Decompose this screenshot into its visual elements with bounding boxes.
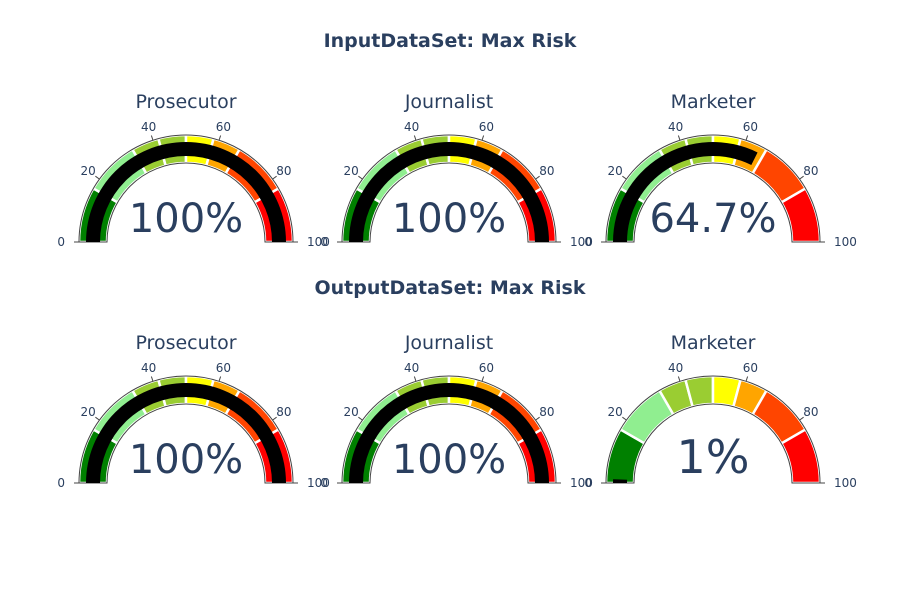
gauge-tick-label: 60: [216, 361, 231, 375]
gauge-tick-label: 40: [141, 361, 156, 375]
gauge-tick-label: 60: [743, 361, 758, 375]
gauge-value-label: 100%: [129, 196, 243, 242]
gauge-title: Marketer: [671, 332, 756, 354]
gauge-value-label: 100%: [129, 437, 243, 483]
gauge-tick-label: 0: [57, 476, 65, 490]
gauge-tick-label: 60: [479, 120, 494, 134]
gauge-tick: [358, 175, 363, 180]
gauge-title: Prosecutor: [135, 332, 236, 354]
gauge-value-bar: [613, 479, 628, 483]
gauge-tick-label: 20: [343, 164, 358, 178]
gauge-tick-label: 20: [607, 405, 622, 419]
gauge-tick: [95, 416, 100, 421]
gauge-title: Marketer: [671, 91, 756, 113]
gauge-output-marketer: 0 20 40 60 80 100 Marketer 1%: [584, 332, 857, 490]
gauge-title: Journalist: [404, 332, 493, 354]
gauge-tick-label: 40: [141, 120, 156, 134]
gauge-tick-label: 20: [80, 164, 95, 178]
gauge-tick-label: 100: [834, 476, 857, 490]
gauge-tick-label: 0: [584, 235, 592, 249]
gauge-tick-label: 20: [607, 164, 622, 178]
gauge-tick-label: 80: [803, 405, 818, 419]
gauge-value-label: 100%: [392, 437, 506, 483]
gauge-tick-label: 0: [57, 235, 65, 249]
gauge-input-prosecutor: 02040 6080100Prosecutor100%: [57, 91, 330, 249]
gauge-input-journalist: 02040 6080100Journalist100%: [320, 91, 593, 249]
gauge-tick-label: 0: [584, 476, 592, 490]
gauge-tick-label: 80: [803, 164, 818, 178]
gauge-value-label: 100%: [392, 196, 506, 242]
gauge-tick-label: 60: [479, 361, 494, 375]
gauge-tick: [358, 416, 363, 421]
gauge-grid: 0 20 40 60 80 100 Prosecutor 100% 0 20 40 60 80 100 Jo…: [57, 91, 857, 490]
gauge-tick-label: 20: [80, 405, 95, 419]
gauge-value-label: 1%: [677, 430, 750, 484]
gauge-input-marketer: 0 20 40 60 80 100 Marketer 64.7%: [584, 91, 857, 249]
gauge-tick-label: 0: [320, 476, 328, 490]
gauge-tick-label: 40: [404, 361, 419, 375]
gauge-tick-label: 80: [276, 405, 291, 419]
gauge-tick-label: 0: [320, 235, 328, 249]
gauge-title: Journalist: [404, 91, 493, 113]
gauge-tick-label: 60: [216, 120, 231, 134]
gauge-tick-label: 40: [668, 361, 683, 375]
gauge-output-prosecutor: 02040 6080100Prosecutor100%: [57, 332, 330, 490]
gauge-tick-label: 80: [539, 164, 554, 178]
gauge-tick-label: 20: [343, 405, 358, 419]
gauge-title: Prosecutor: [135, 91, 236, 113]
gauge-tick: [622, 416, 627, 421]
gauge-tick: [95, 175, 100, 180]
gauge-tick-label: 40: [404, 120, 419, 134]
gauge-tick-label: 100: [834, 235, 857, 249]
gauge-tick-label: 60: [743, 120, 758, 134]
gauge-value-label: 64.7%: [649, 196, 776, 242]
gauge-tick-label: 80: [539, 405, 554, 419]
gauge-output-journalist: 02040 6080100Journalist100%: [320, 332, 593, 490]
gauge-tick: [622, 175, 627, 180]
gauge-tick-label: 40: [668, 120, 683, 134]
gauge-tick-label: 80: [276, 164, 291, 178]
